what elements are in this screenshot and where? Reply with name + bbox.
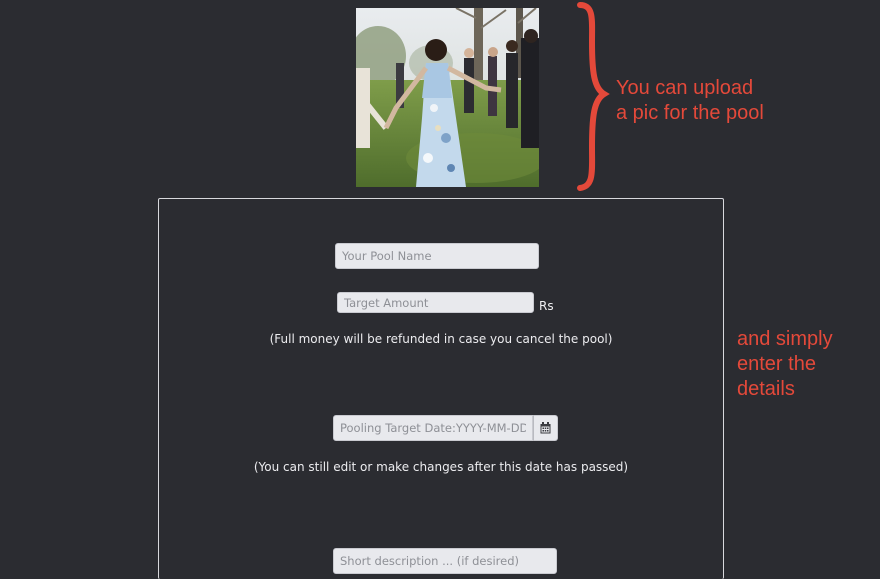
pool-form-panel: Rs (Full money will be refunded in case … (158, 198, 724, 579)
upload-annotation-line2: a pic for the pool (616, 102, 764, 124)
details-annotation-line3: details (737, 378, 795, 400)
details-annotation-line1: and simply (737, 328, 833, 350)
edit-note: (You can still edit or make changes afte… (253, 460, 629, 474)
currency-label: Rs (539, 299, 554, 313)
refund-note: (Full money will be refunded in case you… (269, 332, 613, 346)
target-date-input[interactable] (333, 415, 533, 441)
calendar-icon (540, 422, 551, 434)
short-description-input[interactable] (333, 548, 557, 574)
upload-brace-icon (577, 2, 610, 191)
pool-name-input[interactable] (335, 243, 539, 269)
target-amount-input[interactable] (337, 292, 534, 313)
pool-photo[interactable] (356, 8, 539, 187)
pool-photo-image (356, 8, 539, 187)
calendar-button[interactable] (533, 415, 558, 441)
target-date-group (333, 415, 558, 441)
details-annotation: and simply enter the details (737, 327, 833, 402)
upload-annotation-line1: You can upload (616, 77, 754, 99)
upload-annotation: You can upload a pic for the pool (616, 76, 764, 126)
details-annotation-line2: enter the (737, 353, 816, 375)
